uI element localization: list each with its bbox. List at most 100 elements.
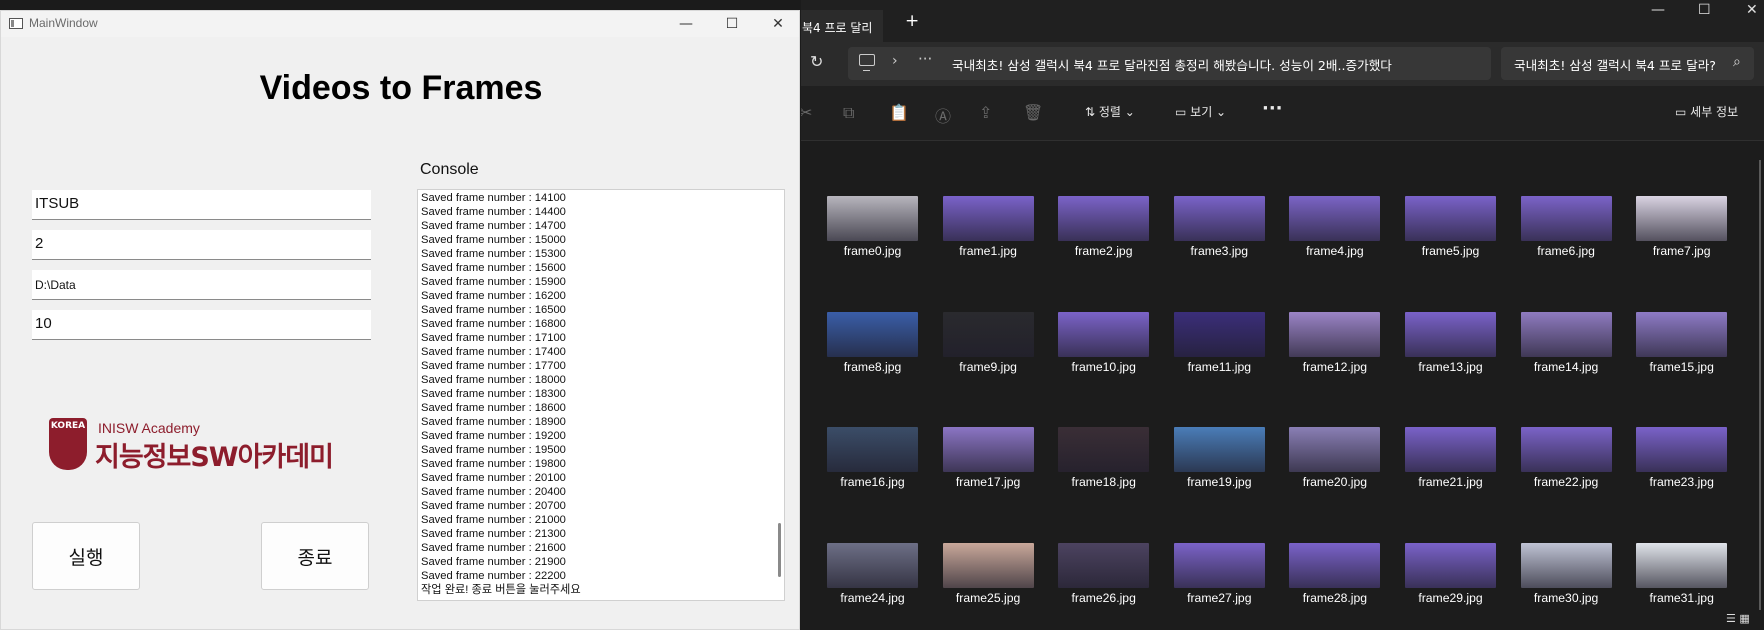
file-name[interactable]: frame17.jpg (933, 475, 1044, 489)
file-name[interactable]: frame3.jpg (1164, 244, 1275, 258)
file-item[interactable]: frame9.jpg (939, 311, 1047, 412)
new-tab-button[interactable]: + (905, 11, 919, 31)
explorer-scrollbar[interactable] (1759, 160, 1761, 610)
file-name[interactable]: frame1.jpg (933, 244, 1044, 258)
file-item[interactable]: frame10.jpg (1054, 311, 1162, 412)
image-thumbnail[interactable] (827, 542, 918, 588)
rename-icon[interactable]: Ⓐ (935, 103, 951, 127)
view-toggle-icons[interactable]: ☰ ▦ (1726, 612, 1750, 625)
file-name[interactable]: frame28.jpg (1279, 591, 1390, 605)
image-thumbnail[interactable] (1173, 311, 1265, 357)
image-thumbnail[interactable] (1173, 427, 1265, 472)
image-thumbnail[interactable] (827, 427, 918, 472)
channel-input[interactable]: ITSUB (32, 190, 371, 220)
paste-icon[interactable]: 📋 (889, 103, 909, 122)
view-button[interactable]: ▭ 보기 ⌄ (1175, 103, 1226, 120)
minimize-button[interactable]: — (663, 11, 709, 37)
file-name[interactable]: frame22.jpg (1511, 475, 1622, 489)
file-item[interactable]: frame19.jpg (1170, 427, 1278, 527)
image-thumbnail[interactable] (1636, 311, 1728, 357)
file-item[interactable]: frame2.jpg (1054, 196, 1162, 296)
image-thumbnail[interactable] (1289, 542, 1381, 588)
delete-icon[interactable]: 🗑 (1023, 103, 1043, 122)
file-name[interactable]: frame26.jpg (1048, 591, 1159, 605)
cut-icon[interactable]: ✂ (801, 103, 812, 122)
image-thumbnail[interactable] (1058, 427, 1150, 472)
file-name[interactable]: frame0.jpg (817, 244, 928, 258)
image-thumbnail[interactable] (1405, 311, 1496, 357)
image-thumbnail[interactable] (1520, 311, 1612, 357)
file-name[interactable]: frame6.jpg (1511, 244, 1622, 258)
image-thumbnail[interactable] (827, 196, 918, 241)
file-name[interactable]: frame25.jpg (933, 591, 1044, 605)
file-name[interactable]: frame2.jpg (1048, 244, 1159, 258)
run-button[interactable]: 실행 (32, 522, 140, 590)
file-item[interactable]: frame28.jpg (1285, 542, 1393, 630)
share-icon[interactable]: ⇪ (979, 103, 992, 122)
file-item[interactable]: frame18.jpg (1054, 427, 1162, 527)
file-item[interactable]: frame8.jpg (823, 311, 931, 412)
file-item[interactable]: frame11.jpg (1170, 311, 1278, 412)
explorer-maximize-button[interactable]: ☐ (1698, 2, 1711, 18)
file-name[interactable]: frame15.jpg (1626, 360, 1737, 374)
file-name[interactable]: frame5.jpg (1395, 244, 1506, 258)
file-item[interactable]: frame1.jpg (939, 196, 1047, 296)
file-item[interactable]: frame5.jpg (1401, 196, 1509, 296)
maximize-button[interactable]: ☐ (709, 11, 755, 37)
file-item[interactable]: frame0.jpg (823, 196, 931, 296)
file-item[interactable]: frame30.jpg (1517, 542, 1625, 630)
file-item[interactable]: frame23.jpg (1632, 427, 1740, 527)
image-thumbnail[interactable] (1405, 427, 1496, 472)
file-item[interactable]: frame25.jpg (939, 542, 1047, 630)
count-input[interactable]: 10 (32, 310, 371, 340)
image-thumbnail[interactable] (942, 427, 1034, 472)
file-name[interactable]: frame18.jpg (1048, 475, 1159, 489)
file-name[interactable]: frame8.jpg (817, 360, 928, 374)
file-item[interactable]: frame3.jpg (1170, 196, 1278, 296)
address-bar[interactable]: › ··· 국내최초! 삼성 갤럭시 북4 프로 달라진점 총정리 해봤습니다.… (848, 47, 1491, 80)
breadcrumb-overflow-button[interactable]: ··· (918, 50, 932, 68)
image-thumbnail[interactable] (1520, 542, 1612, 588)
image-thumbnail[interactable] (1289, 427, 1381, 472)
file-name[interactable]: frame20.jpg (1279, 475, 1390, 489)
file-name[interactable]: frame30.jpg (1511, 591, 1622, 605)
image-thumbnail[interactable] (1520, 427, 1612, 472)
file-item[interactable]: frame29.jpg (1401, 542, 1509, 630)
explorer-close-button[interactable]: ✕ (1746, 2, 1758, 18)
file-name[interactable]: frame21.jpg (1395, 475, 1506, 489)
file-item[interactable]: frame6.jpg (1517, 196, 1625, 296)
image-thumbnail[interactable] (1058, 196, 1150, 241)
file-name[interactable]: frame12.jpg (1279, 360, 1390, 374)
copy-icon[interactable]: ⧉ (843, 103, 854, 123)
file-item[interactable]: frame16.jpg (823, 427, 931, 527)
image-thumbnail[interactable] (1520, 196, 1612, 241)
file-name[interactable]: frame7.jpg (1626, 244, 1737, 258)
explorer-minimize-button[interactable]: — (1651, 2, 1665, 18)
file-item[interactable]: frame12.jpg (1285, 311, 1393, 412)
file-item[interactable]: frame4.jpg (1285, 196, 1393, 296)
details-pane-button[interactable]: ▭ 세부 정보 (1675, 103, 1738, 120)
file-item[interactable]: frame31.jpg (1632, 542, 1740, 630)
console-output[interactable]: Saved frame number : 14100 Saved frame nu… (417, 189, 785, 601)
exit-button[interactable]: 종료 (261, 522, 369, 590)
file-item[interactable]: frame17.jpg (939, 427, 1047, 527)
file-name[interactable]: frame4.jpg (1279, 244, 1390, 258)
file-item[interactable]: frame24.jpg (823, 542, 931, 630)
image-thumbnail[interactable] (1289, 311, 1381, 357)
file-item[interactable]: frame26.jpg (1054, 542, 1162, 630)
image-thumbnail[interactable] (1289, 196, 1381, 241)
this-pc-icon[interactable] (859, 54, 875, 71)
search-input[interactable]: 국내최초! 삼성 갤럭시 북4 프로 달라? ⌕ (1501, 47, 1754, 80)
file-name[interactable]: frame9.jpg (933, 360, 1044, 374)
tab-folder[interactable]: 북4 프로 달리 (801, 10, 883, 42)
close-button[interactable]: ✕ (755, 11, 799, 37)
more-options-button[interactable]: ··· (1262, 98, 1283, 119)
file-item[interactable]: frame7.jpg (1632, 196, 1740, 296)
file-item[interactable]: frame14.jpg (1517, 311, 1625, 412)
image-thumbnail[interactable] (1636, 542, 1728, 588)
file-name[interactable]: frame13.jpg (1395, 360, 1506, 374)
chevron-right-icon[interactable]: › (892, 53, 898, 69)
sort-button[interactable]: ⇅ 정렬 ⌄ (1085, 103, 1135, 120)
interval-input[interactable]: 2 (32, 230, 371, 260)
file-name[interactable]: frame27.jpg (1164, 591, 1275, 605)
